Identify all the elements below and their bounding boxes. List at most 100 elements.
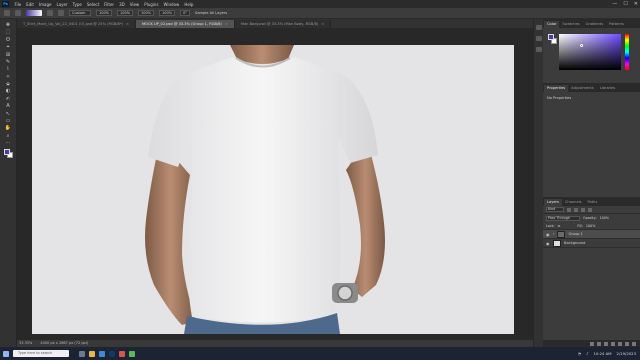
option-field-4[interactable]: 100% bbox=[159, 10, 176, 16]
option-field-3[interactable]: 100% bbox=[138, 10, 155, 16]
link-icon[interactable] bbox=[590, 341, 594, 346]
color-field[interactable] bbox=[559, 34, 621, 70]
panel-foreground-swatch[interactable] bbox=[548, 34, 554, 40]
trash-icon[interactable] bbox=[632, 341, 636, 346]
blend-mode-select[interactable]: Pass Through bbox=[546, 215, 580, 221]
tab-patterns[interactable]: Patterns bbox=[606, 21, 627, 28]
tab-color[interactable]: Color bbox=[544, 21, 560, 28]
disclosure-chevron-icon[interactable]: › bbox=[553, 232, 554, 236]
brush-tool-icon[interactable]: ✧ bbox=[4, 74, 13, 80]
clock-date[interactable]: 2/19/2023 bbox=[617, 351, 636, 356]
tab-swatches[interactable]: Swatches bbox=[559, 21, 582, 28]
type-tool-icon[interactable]: A bbox=[4, 103, 13, 109]
doc-tab-2[interactable]: MOCK UP_02.psd @ 33.3% (Group 1, RGB/8) × bbox=[136, 20, 235, 28]
windows-start-icon[interactable] bbox=[3, 350, 9, 357]
photoshop-taskbar-icon[interactable] bbox=[109, 350, 115, 357]
menu-window[interactable]: Window bbox=[161, 2, 182, 7]
tab-layers[interactable]: Layers bbox=[544, 199, 562, 206]
healing-tool-icon[interactable]: ⌇ bbox=[4, 66, 13, 72]
gradient-tool-icon[interactable]: ◐ bbox=[4, 88, 13, 94]
tab-libraries[interactable]: Libraries bbox=[597, 85, 619, 92]
marquee-tool-icon[interactable]: ⬚ bbox=[4, 29, 13, 35]
adjustment-icon[interactable] bbox=[611, 341, 615, 346]
file-explorer-icon[interactable] bbox=[89, 350, 95, 357]
taskbar-search[interactable]: Type here to search bbox=[13, 350, 69, 357]
tab-adjustments[interactable]: Adjustments bbox=[568, 85, 597, 92]
minimize-button[interactable]: — bbox=[612, 1, 617, 7]
clone-stamp-tool-icon[interactable]: ⬙ bbox=[4, 81, 13, 87]
network-icon[interactable]: ◔ bbox=[578, 351, 581, 356]
tool-preset-icon[interactable] bbox=[15, 10, 21, 16]
menu-3d[interactable]: 3D bbox=[117, 2, 128, 7]
doc-tab-3[interactable]: Man Body.psd @ 33.3% (Man Body, RGB/8) × bbox=[234, 20, 332, 28]
close-icon[interactable]: × bbox=[225, 22, 228, 26]
filter-shape-icon[interactable] bbox=[588, 207, 592, 212]
paragraph-icon[interactable] bbox=[535, 47, 542, 52]
menu-file[interactable]: File bbox=[12, 2, 24, 7]
menu-help[interactable]: Help bbox=[182, 2, 196, 7]
color-swatches[interactable] bbox=[3, 149, 13, 159]
lasso-tool-icon[interactable]: ʘ bbox=[4, 37, 13, 43]
filter-pixel-icon[interactable] bbox=[567, 207, 571, 212]
fill-value[interactable]: 100% bbox=[586, 224, 595, 228]
eyedropper-tool-icon[interactable]: ✎ bbox=[4, 59, 13, 65]
character-icon[interactable] bbox=[535, 36, 542, 41]
sample-all-layers-checkbox[interactable]: Sample All Layers bbox=[195, 11, 227, 15]
filter-adjustment-icon[interactable] bbox=[574, 207, 578, 212]
close-icon[interactable]: × bbox=[126, 22, 129, 26]
quick-select-tool-icon[interactable]: ⌖ bbox=[4, 44, 13, 50]
gradient-swatch-icon[interactable] bbox=[26, 10, 42, 16]
path-select-tool-icon[interactable]: ↖ bbox=[4, 111, 13, 117]
tab-properties[interactable]: Properties bbox=[544, 85, 569, 92]
tab-channels[interactable]: Channels bbox=[562, 199, 585, 206]
task-view-icon[interactable] bbox=[79, 350, 85, 357]
kind-filter-select[interactable]: Kind bbox=[546, 207, 564, 212]
canvas-area[interactable] bbox=[17, 28, 543, 347]
angle-field[interactable]: 0° bbox=[180, 10, 191, 16]
close-button[interactable]: ✕ bbox=[634, 1, 638, 7]
visibility-eye-icon[interactable]: ◉ bbox=[546, 241, 550, 246]
color-picker-handle[interactable] bbox=[580, 44, 583, 47]
tab-paths[interactable]: Paths bbox=[585, 199, 601, 206]
layer-row-group-1[interactable]: ◉ › Group 1 bbox=[543, 230, 640, 239]
rectangle-tool-icon[interactable]: ▭ bbox=[4, 118, 13, 124]
crop-tool-icon[interactable]: ⊞ bbox=[4, 52, 13, 58]
hand-tool-icon[interactable]: ✋ bbox=[4, 125, 13, 131]
menu-edit[interactable]: Edit bbox=[24, 2, 37, 7]
app-icon[interactable] bbox=[129, 350, 135, 357]
clock-time[interactable]: 10:24 AM bbox=[594, 351, 612, 356]
history-icon[interactable] bbox=[535, 25, 542, 30]
doc-tab-1[interactable]: T_Shirt_Mock_Up_Vol_22_0401 (O).psd @ 25… bbox=[17, 20, 137, 28]
layer-row-background[interactable]: ◉ Background bbox=[543, 239, 640, 248]
move-tool-icon[interactable]: ✥ bbox=[4, 22, 13, 28]
maximize-button[interactable]: ☐ bbox=[623, 1, 627, 7]
opacity-value[interactable]: 100% bbox=[600, 216, 609, 220]
app-icon[interactable] bbox=[119, 350, 125, 357]
document-canvas[interactable] bbox=[32, 45, 514, 334]
filter-type-icon[interactable] bbox=[581, 207, 585, 212]
menu-layer[interactable]: Layer bbox=[54, 2, 70, 7]
menu-plugins[interactable]: Plugins bbox=[142, 2, 161, 7]
menu-type[interactable]: Type bbox=[70, 2, 84, 7]
menu-select[interactable]: Select bbox=[84, 2, 101, 7]
option-field-2[interactable]: 100% bbox=[117, 10, 134, 16]
more-tools-icon[interactable]: ⋯ bbox=[4, 140, 13, 146]
zoom-level[interactable]: 33.33% bbox=[19, 340, 32, 347]
menu-view[interactable]: View bbox=[127, 2, 142, 7]
option-field-1[interactable]: 100% bbox=[96, 10, 113, 16]
visibility-eye-icon[interactable]: ◉ bbox=[546, 232, 550, 237]
tab-gradients[interactable]: Gradients bbox=[583, 21, 607, 28]
home-icon[interactable] bbox=[4, 10, 10, 16]
menu-filter[interactable]: Filter bbox=[102, 2, 117, 7]
fx-icon[interactable] bbox=[597, 341, 601, 346]
mode-select[interactable]: Custom bbox=[69, 10, 91, 16]
foreground-color-swatch[interactable] bbox=[3, 149, 10, 156]
zoom-tool-icon[interactable]: ⌕ bbox=[4, 133, 13, 139]
close-icon[interactable]: × bbox=[321, 22, 324, 26]
browser-icon[interactable] bbox=[99, 350, 105, 357]
new-layer-icon[interactable] bbox=[625, 341, 629, 346]
menu-image[interactable]: Image bbox=[36, 2, 54, 7]
new-group-icon[interactable] bbox=[618, 341, 622, 346]
radial-gradient-icon[interactable] bbox=[58, 10, 64, 16]
pen-tool-icon[interactable]: ✍ bbox=[4, 96, 13, 102]
